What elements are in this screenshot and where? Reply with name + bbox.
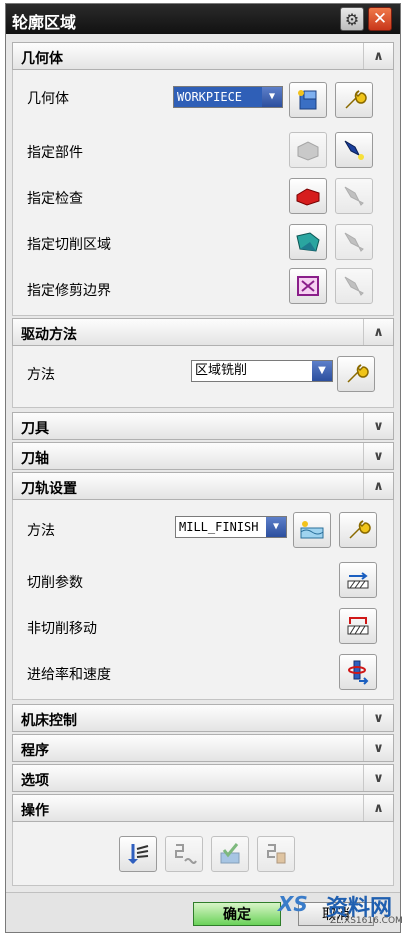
chevron-up-icon[interactable]: ∧ (363, 795, 393, 821)
chevron-up-icon[interactable]: ∧ (363, 43, 393, 69)
specify-cut-area-label: 指定切削区域 (27, 237, 111, 253)
geometry-label: 几何体 (27, 91, 69, 107)
section-header-options[interactable]: 选项 ∨ (12, 764, 394, 792)
wrench-icon[interactable] (335, 82, 373, 118)
replay-toolpath-icon[interactable] (165, 836, 203, 872)
cut-area-icon[interactable] (289, 224, 327, 260)
generate-toolpath-icon[interactable] (119, 836, 157, 872)
non-cutting-moves-label: 非切削移动 (27, 621, 97, 637)
part-icon[interactable] (289, 132, 327, 168)
cutting-params-label: 切削参数 (27, 575, 83, 591)
drive-method-select[interactable]: 区域铣削 ▼ (191, 360, 333, 382)
non-cutting-moves-icon[interactable] (339, 608, 377, 644)
flashlight-icon[interactable] (335, 268, 373, 304)
new-geometry-button[interactable] (289, 82, 327, 118)
close-icon[interactable]: ✕ (368, 7, 392, 31)
specify-trim-boundary-label: 指定修剪边界 (27, 283, 111, 299)
cutting-params-icon[interactable] (339, 562, 377, 598)
verify-toolpath-icon[interactable] (211, 836, 249, 872)
chevron-down-icon[interactable]: ∨ (363, 705, 393, 731)
chevron-down-icon[interactable]: ∨ (363, 765, 393, 791)
section-body-actions (12, 822, 394, 886)
chevron-down-icon[interactable]: ▼ (312, 361, 332, 381)
section-body-drive-method: 方法 区域铣削 ▼ (12, 346, 394, 408)
section-header-tool[interactable]: 刀具 ∨ (12, 412, 394, 440)
flashlight-icon[interactable] (335, 178, 373, 214)
chevron-up-icon[interactable]: ∧ (363, 319, 393, 345)
geometry-select[interactable]: WORKPIECE ▼ (173, 86, 283, 108)
chevron-down-icon[interactable]: ▼ (262, 87, 282, 107)
chevron-down-icon[interactable]: ∨ (363, 443, 393, 469)
wrench-icon[interactable] (337, 356, 375, 392)
ok-button[interactable]: 确定 (193, 902, 281, 926)
specify-part-label: 指定部件 (27, 145, 83, 161)
flashlight-icon[interactable] (335, 132, 373, 168)
chevron-down-icon[interactable]: ∨ (363, 413, 393, 439)
watermark-logo: XS (278, 892, 308, 916)
section-header-toolpath-settings[interactable]: 刀轨设置 ∧ (12, 472, 394, 500)
toolpath-method-select[interactable]: MILL_FINISH ▼ (175, 516, 287, 538)
wrench-icon[interactable] (339, 512, 377, 548)
flashlight-icon[interactable] (335, 224, 373, 260)
section-body-geometry: 几何体 WORKPIECE ▼ 指定部件 指定检查 指定切削区域 指定修剪边界 (12, 70, 394, 316)
drive-method-label: 方法 (27, 367, 55, 383)
watermark-url: ZL.XS1616.COM (330, 916, 403, 926)
title-bar: 轮廓区域 ⚙ ✕ (6, 4, 400, 34)
feeds-speeds-label: 进给率和速度 (27, 667, 111, 683)
chevron-up-icon[interactable]: ∧ (363, 473, 393, 499)
gear-icon[interactable]: ⚙ (340, 7, 364, 31)
method-edit-icon[interactable] (293, 512, 331, 548)
chevron-down-icon[interactable]: ▼ (266, 517, 286, 537)
section-header-drive-method[interactable]: 驱动方法 ∧ (12, 318, 394, 346)
section-body-toolpath-settings: 方法 MILL_FINISH ▼ 切削参数 非切削移动 进给率和速度 (12, 500, 394, 700)
window-title: 轮廓区域 (12, 13, 77, 32)
section-header-tool-axis[interactable]: 刀轴 ∨ (12, 442, 394, 470)
section-header-machine-control[interactable]: 机床控制 ∨ (12, 704, 394, 732)
watermark: XS 资料网 ZL.XS1616.COM (278, 888, 403, 932)
list-toolpath-icon[interactable] (257, 836, 295, 872)
section-header-program[interactable]: 程序 ∨ (12, 734, 394, 762)
trim-boundary-icon[interactable] (289, 268, 327, 304)
specify-check-label: 指定检查 (27, 191, 83, 207)
dialog-window: 轮廓区域 ⚙ ✕ 几何体 ∧ 几何体 WORKPIECE ▼ 指定部件 指定检查 (5, 3, 401, 933)
chevron-down-icon[interactable]: ∨ (363, 735, 393, 761)
section-header-geometry[interactable]: 几何体 ∧ (12, 42, 394, 70)
check-geometry-icon[interactable] (289, 178, 327, 214)
toolpath-method-label: 方法 (27, 523, 55, 539)
section-header-actions[interactable]: 操作 ∧ (12, 794, 394, 822)
feeds-speeds-icon[interactable] (339, 654, 377, 690)
